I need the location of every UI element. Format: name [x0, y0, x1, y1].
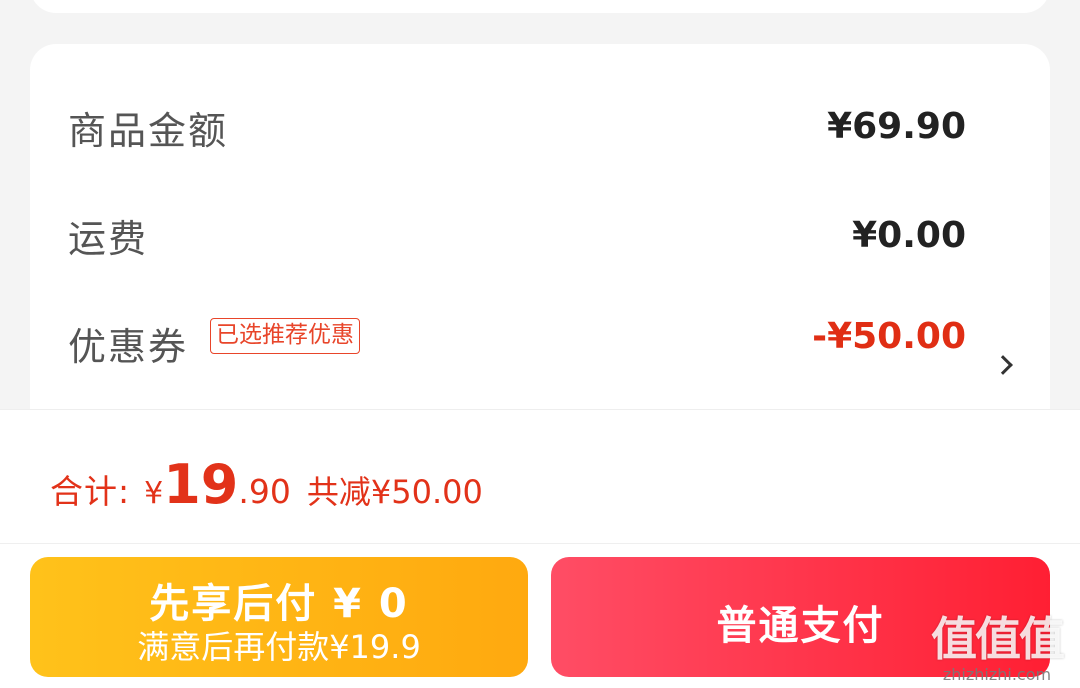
total-integer: 19 — [163, 453, 239, 516]
coupon-recommended-tag: 已选推荐优惠 — [210, 318, 360, 354]
coupon-label: 优惠券 — [68, 325, 189, 369]
checkout-bottom-bar: 合计: ¥ 19 .90 共减¥50.00 先享后付 ¥ 0 满意后再付款¥19… — [0, 409, 1080, 688]
watermark-url: zhizhizhi.com — [942, 665, 1052, 684]
coupon-discount-value[interactable]: -¥50.00 — [812, 316, 966, 357]
total-decimal: .90 — [238, 472, 291, 511]
divider — [0, 543, 1080, 544]
order-summary-card: 商品金额 ¥69.90 运费 ¥0.00 优惠券 已选推荐优惠 -¥50.00 — [30, 44, 1050, 444]
goods-amount-label: 商品金额 — [68, 109, 229, 153]
watermark: 值值值 zhizhizhi.com — [922, 603, 1072, 684]
total-currency: ¥ — [144, 476, 164, 511]
pay-later-title: 先享后付 ¥ 0 — [149, 581, 409, 627]
previous-card — [30, 0, 1050, 13]
pay-later-button[interactable]: 先享后付 ¥ 0 满意后再付款¥19.9 — [30, 557, 528, 677]
total-label: 合计: — [50, 472, 131, 511]
goods-amount-value: ¥69.90 — [827, 106, 966, 147]
order-total: 合计: ¥ 19 .90 共减¥50.00 — [50, 453, 483, 516]
checkout-page: 商品金额 ¥69.90 运费 ¥0.00 优惠券 已选推荐优惠 -¥50.00 … — [0, 0, 1080, 688]
pay-later-subtitle: 满意后再付款¥19.9 — [137, 628, 421, 666]
watermark-logo: 值值值 — [931, 612, 1065, 666]
shipping-fee-value: ¥0.00 — [852, 215, 966, 256]
shipping-fee-label: 运费 — [68, 217, 149, 261]
chevron-right-icon[interactable] — [993, 355, 1013, 375]
total-savings: 共减¥50.00 — [306, 473, 483, 511]
